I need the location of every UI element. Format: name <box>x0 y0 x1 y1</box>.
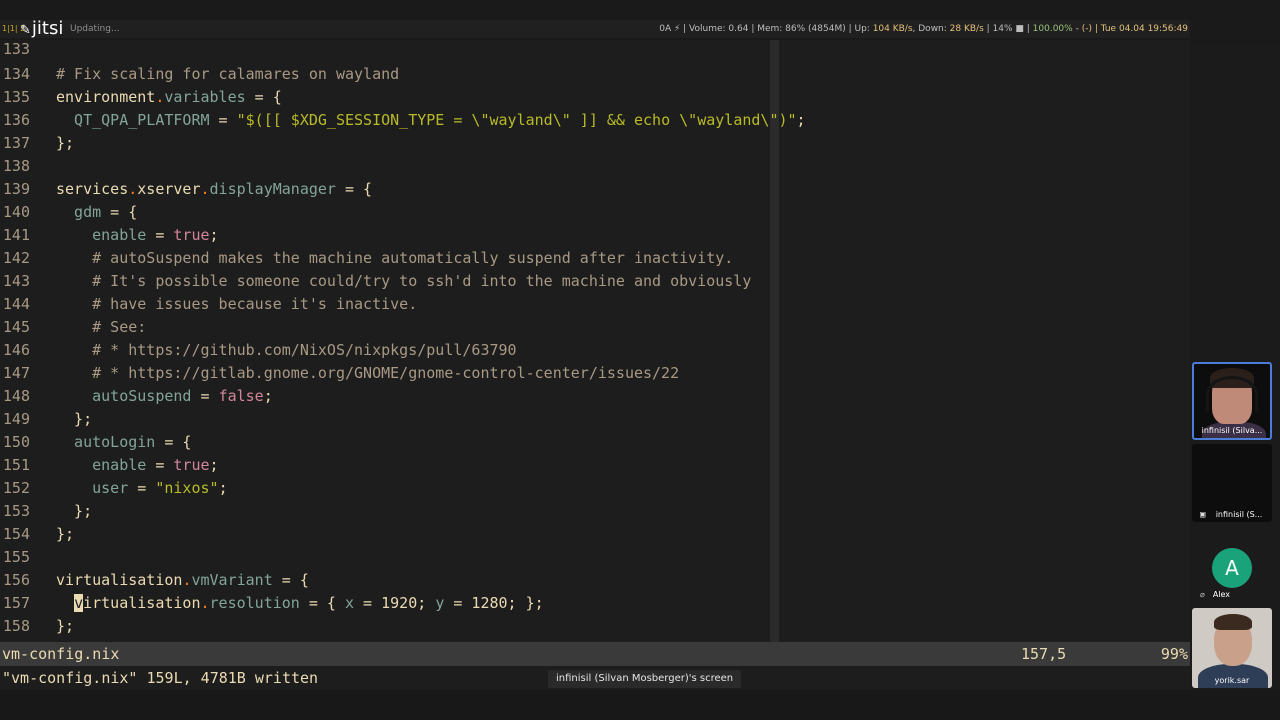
code-line[interactable]: 151 enable = true; <box>0 454 1190 477</box>
line-number: 144 <box>2 295 30 313</box>
screen-share-icon: ▣ <box>1200 510 1206 520</box>
line-number: 151 <box>2 456 30 474</box>
line-number: 142 <box>2 249 30 267</box>
code-line[interactable]: 138 <box>0 155 1190 178</box>
participant-name: yorik.sar <box>1214 676 1250 685</box>
code-line[interactable]: 142 # autoSuspend makes the machine auto… <box>0 247 1190 270</box>
command-message: "vm-config.nix" 159L, 4781B written <box>2 669 319 687</box>
line-number: 155 <box>2 548 30 566</box>
participant-tile-yorik[interactable]: yorik.sar <box>1192 608 1272 688</box>
line-number: 134 <box>2 65 30 83</box>
code-line[interactable]: 144 # have issues because it's inactive. <box>0 293 1190 316</box>
code-line[interactable]: 141 enable = true; <box>0 224 1190 247</box>
line-number: 154 <box>2 525 30 543</box>
line-number: 137 <box>2 134 30 152</box>
participant-tile-infinisil[interactable]: infinisil (Silva... <box>1192 362 1272 440</box>
jitsi-logo: ✎jitsi <box>20 18 64 39</box>
code-line-current[interactable]: 157 virtualisation.resolution = { x = 19… <box>0 592 1190 615</box>
system-info: 0A ⚡ | Volume: 0.64 | Mem: 86% (4854M) |… <box>659 24 1188 34</box>
scroll-percent: 99% <box>1160 645 1188 663</box>
vim-editor[interactable]: 133 134 # Fix scaling for calamares on wa… <box>0 40 1190 642</box>
line-number: 156 <box>2 571 30 589</box>
code-line[interactable]: 148 autoSuspend = false; <box>0 385 1190 408</box>
code-line[interactable]: 140 gdm = { <box>0 201 1190 224</box>
line-number: 133 <box>2 40 30 58</box>
bottom-bar <box>0 690 1280 720</box>
code-line[interactable]: 155 <box>0 546 1190 569</box>
code-line[interactable]: 152 user = "nixos"; <box>0 477 1190 500</box>
line-number: 146 <box>2 341 30 359</box>
code-line[interactable]: 153 }; <box>0 500 1190 523</box>
code-line[interactable]: 136 QT_QPA_PLATFORM = "$([[ $XDG_SESSION… <box>0 109 1190 132</box>
line-number: 149 <box>2 410 30 428</box>
code-line[interactable]: 156 virtualisation.vmVariant = { <box>0 569 1190 592</box>
code-line[interactable]: 135 environment.variables = { <box>0 86 1190 109</box>
line-number: 152 <box>2 479 30 497</box>
line-number: 157 <box>2 594 30 612</box>
system-status-bar: 1|1| 2 ✎jitsi Updating... 0A ⚡ | Volume:… <box>0 18 1190 39</box>
screen-share-label: infinisil (Silvan Mosberger)'s screen <box>548 670 742 688</box>
line-number: 147 <box>2 364 30 382</box>
line-number: 140 <box>2 203 30 221</box>
line-number: 150 <box>2 433 30 451</box>
vim-status-line: vm-config.nix 157,5 99% <box>0 642 1190 666</box>
line-number: 139 <box>2 180 30 198</box>
cursor-position: 157,5 <box>1021 645 1067 663</box>
code-line[interactable]: 134 # Fix scaling for calamares on waylan… <box>0 63 1190 86</box>
mic-muted-icon: ⌀ <box>1200 590 1205 599</box>
line-number: 153 <box>2 502 30 520</box>
line-number: 145 <box>2 318 30 336</box>
avatar-alex[interactable]: A <box>1212 548 1252 588</box>
updating-status: Updating... <box>70 24 120 34</box>
code-line[interactable]: 146 # * https://github.com/NixOS/nixpkgs… <box>0 339 1190 362</box>
participant-tile-alex[interactable]: ⌀ Alex <box>1200 590 1264 599</box>
line-number: 143 <box>2 272 30 290</box>
line-number: 158 <box>2 617 30 635</box>
code-line[interactable]: 150 autoLogin = { <box>0 431 1190 454</box>
line-number: 148 <box>2 387 30 405</box>
participant-name: Alex <box>1212 590 1231 599</box>
code-line[interactable]: 147 # * https://gitlab.gnome.org/GNOME/g… <box>0 362 1190 385</box>
code-line[interactable]: 137}; <box>0 132 1190 155</box>
line-number: 138 <box>2 157 30 175</box>
code-line[interactable]: 139 services.xserver.displayManager = { <box>0 178 1190 201</box>
code-line[interactable]: 145 # See: <box>0 316 1190 339</box>
code-line[interactable]: 133 <box>0 40 1190 61</box>
code-line[interactable]: 149 }; <box>0 408 1190 431</box>
headset-icon <box>1206 376 1258 412</box>
line-number: 141 <box>2 226 30 244</box>
participant-name: infinisil (S... <box>1215 510 1263 519</box>
line-number: 136 <box>2 111 30 129</box>
line-number: 135 <box>2 88 30 106</box>
code-line[interactable]: 154}; <box>0 523 1190 546</box>
participant-tile-infinisil-screen[interactable]: ▣ infinisil (S... <box>1192 444 1272 522</box>
participant-name: infinisil (Silva... <box>1201 426 1263 435</box>
file-name: vm-config.nix <box>2 645 120 663</box>
code-line[interactable]: 158}; <box>0 615 1190 638</box>
text-cursor: v <box>74 594 84 612</box>
jitsi-logo-icon: ✎ <box>20 23 31 38</box>
code-line[interactable]: 143 # It's possible someone could/try to… <box>0 270 1190 293</box>
